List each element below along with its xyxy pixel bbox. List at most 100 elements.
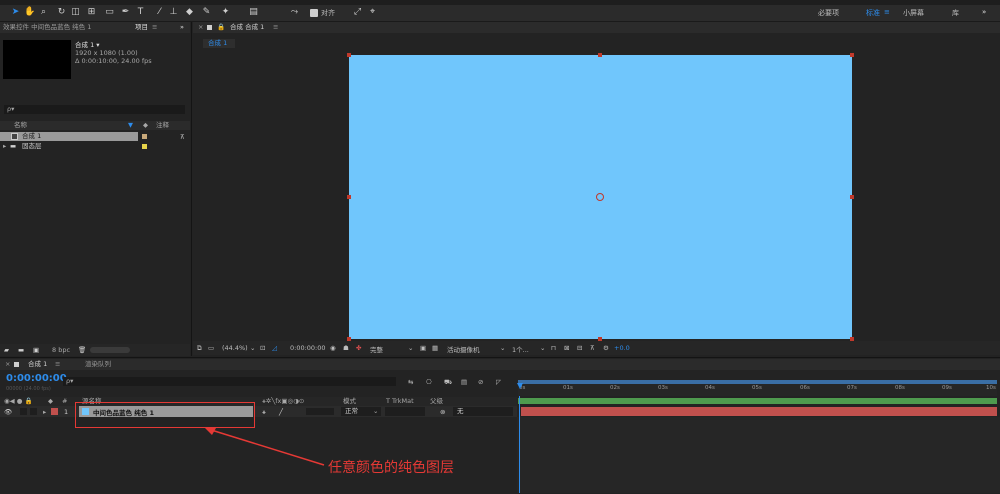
timeline-current-time[interactable]: 0:00:00:00 xyxy=(6,373,67,384)
pan-behind-tool-icon[interactable]: ⊞ xyxy=(86,7,97,18)
always-preview-icon[interactable]: ⧉ xyxy=(197,344,202,353)
project-menu-icon[interactable]: ≡ xyxy=(152,22,157,33)
workspace-standard[interactable]: 标准 xyxy=(866,8,880,18)
expand-arrow-icon[interactable]: ▸ xyxy=(3,142,6,150)
workspace-menu-icon[interactable]: ≡ xyxy=(884,8,890,16)
layer-duration-bar[interactable] xyxy=(521,407,997,416)
color-channel-icon[interactable]: ✤ xyxy=(356,344,361,352)
flowchart-icon[interactable]: ⊼ xyxy=(180,133,185,141)
motion-blur-icon[interactable]: ⊘ xyxy=(478,378,483,386)
view-layout-dropdown[interactable]: 1个... xyxy=(512,344,529,354)
tab-project[interactable]: 项目 xyxy=(135,22,148,33)
label-color-swatch[interactable] xyxy=(51,408,58,415)
workspace-small-screen[interactable]: 小屏幕 xyxy=(903,8,924,18)
parent-dropdown[interactable]: 无 xyxy=(453,407,513,416)
comp-mini-flowchart-icon[interactable]: ⇆ xyxy=(408,378,413,386)
selection-tool-icon[interactable]: ➤ xyxy=(10,7,21,18)
eraser-tool-icon[interactable]: ◆ xyxy=(184,7,195,18)
frame-blending-icon[interactable]: ▤ xyxy=(461,378,467,386)
tab-render-queue[interactable]: 渲染队列 xyxy=(85,359,111,370)
panel-close-icon[interactable]: × xyxy=(198,22,203,33)
lock-icon[interactable]: 🔒 xyxy=(217,22,225,33)
interpret-footage-icon[interactable]: ▰ xyxy=(4,346,9,354)
transform-handle[interactable] xyxy=(850,53,854,57)
label-color-swatch[interactable] xyxy=(142,134,147,139)
exposure-reset-icon[interactable]: ⚙ xyxy=(603,344,609,352)
graph-editor-icon[interactable]: ◸ xyxy=(496,378,501,386)
expand-arrow-icon[interactable]: ▸ xyxy=(43,408,46,416)
transform-handle[interactable] xyxy=(347,195,351,199)
monitor-icon[interactable]: ▭ xyxy=(208,344,214,352)
puppet-tool-icon[interactable]: ✦ xyxy=(220,7,231,18)
solo-toggle[interactable] xyxy=(30,408,37,415)
transparency-grid-icon[interactable]: ▦ xyxy=(432,344,438,352)
pixel-aspect-icon[interactable]: ⊓ xyxy=(551,344,556,352)
comp-menu-icon[interactable]: ≡ xyxy=(273,22,278,33)
timeline-search-input[interactable]: ρ▾ xyxy=(63,377,396,386)
label-color-swatch[interactable] xyxy=(142,144,147,149)
new-comp-icon[interactable]: ▣ xyxy=(33,346,39,354)
sort-arrow-icon[interactable]: ▼ xyxy=(128,121,133,129)
shy-layers-icon[interactable]: ⛟ xyxy=(444,378,452,387)
quality-switch-icon[interactable]: ╱ xyxy=(279,408,283,416)
rotate-tool-icon[interactable]: ↻ xyxy=(56,7,67,18)
visibility-eye-icon[interactable]: 👁 xyxy=(4,408,12,416)
transform-handle[interactable] xyxy=(850,195,854,199)
transform-handle[interactable] xyxy=(347,53,351,57)
timeline-menu-icon[interactable]: ≡ xyxy=(55,359,60,370)
workspace-libraries[interactable]: 库 xyxy=(952,8,959,18)
draft-3d-icon[interactable]: ⎔ xyxy=(426,378,432,386)
tab-composition[interactable]: 合成 合成 1 xyxy=(230,22,264,33)
project-list-item[interactable]: 合成 1 xyxy=(0,132,138,141)
clone-stamp-tool-icon[interactable]: ⊥ xyxy=(168,7,179,18)
project-list-item[interactable]: ▸ ▬ 固态层 xyxy=(0,142,190,151)
column-name[interactable]: 名称 xyxy=(14,121,27,129)
switch-toggles[interactable] xyxy=(306,408,334,415)
panel-close-icon[interactable]: × xyxy=(5,359,10,370)
column-parent[interactable]: 父级 xyxy=(430,397,443,405)
shy-switch-icon[interactable]: ⚹ xyxy=(262,408,266,416)
workspaces-more[interactable]: » xyxy=(982,8,986,16)
zoom-tool-icon[interactable]: ⌕ xyxy=(38,7,49,18)
comp-breadcrumb[interactable]: 合成 1 xyxy=(203,39,235,48)
workspace-essentials[interactable]: 必要项 xyxy=(818,8,839,18)
mask-visibility-icon[interactable]: ◿ xyxy=(272,344,277,352)
column-mode[interactable]: 模式 xyxy=(343,397,356,405)
new-folder-icon[interactable]: ▬ xyxy=(18,346,24,354)
chevron-down-icon[interactable]: ⌄ xyxy=(500,344,505,352)
column-trkmat[interactable]: T TrkMat xyxy=(386,397,414,405)
roto-brush-tool-icon[interactable]: ✎ xyxy=(201,7,212,18)
mode-dropdown[interactable]: 正常 ⌄ xyxy=(341,407,381,416)
grid-overlay-icon[interactable]: ⊡ xyxy=(260,344,265,352)
magnification-dropdown[interactable]: (44.4%) xyxy=(222,344,248,352)
trkmat-dropdown[interactable] xyxy=(385,407,425,416)
camera-tool-icon[interactable]: ◫ xyxy=(70,7,81,18)
current-time-display[interactable]: 0:00:00:00 xyxy=(290,344,326,352)
camera-view-dropdown[interactable]: 活动摄像机 xyxy=(447,344,480,354)
selected-comp-name[interactable]: 合成 1 ▾ xyxy=(75,41,100,49)
type-tool-icon[interactable]: T xyxy=(135,7,146,18)
snapshot-camera-icon[interactable]: ◉ xyxy=(330,344,336,352)
chevron-down-icon[interactable]: ⌄ xyxy=(408,344,413,352)
chevron-down-icon[interactable]: ⌄ xyxy=(250,344,255,352)
resolution-dropdown[interactable]: 完整 xyxy=(370,344,383,354)
bit-depth-button[interactable]: 8 bpc xyxy=(52,346,70,354)
fast-preview-icon[interactable]: ⊠ xyxy=(564,344,569,352)
tab-effect-controls[interactable]: 效果控件 中间色品蓝色 纯色 1 xyxy=(3,22,91,33)
anchor-point-icon[interactable] xyxy=(596,193,604,201)
trash-icon[interactable]: 🗑 xyxy=(78,346,86,354)
rectangle-tool-icon[interactable]: ▭ xyxy=(104,7,115,18)
panel-expand-icon[interactable]: » xyxy=(180,22,184,33)
pick-whip-icon[interactable]: ⊚ xyxy=(440,408,445,416)
brush-tool-icon[interactable]: ⁄ xyxy=(154,7,165,18)
tab-timeline-comp[interactable]: 合成 1 xyxy=(28,359,47,370)
project-search-input[interactable]: ρ▾ xyxy=(4,105,185,114)
audio-toggle[interactable] xyxy=(20,408,27,415)
hand-tool-icon[interactable]: ✋ xyxy=(24,7,35,18)
column-comment[interactable]: 注释 xyxy=(156,121,169,129)
chevron-down-icon[interactable]: ⌄ xyxy=(540,344,545,352)
transform-handle[interactable] xyxy=(598,53,602,57)
flowchart-icon[interactable]: ⊼ xyxy=(590,344,595,352)
timeline-toggle-icon[interactable]: ⊟ xyxy=(577,344,582,352)
pen-tool-icon[interactable]: ✒ xyxy=(120,7,131,18)
